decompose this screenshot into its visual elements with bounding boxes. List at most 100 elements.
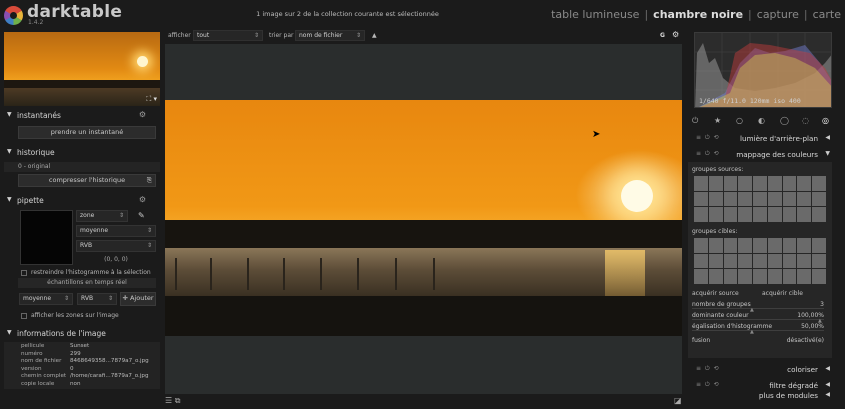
module-settings-icon[interactable]: ⚙ xyxy=(139,110,146,119)
plus-icon: ✚ xyxy=(122,294,128,302)
take-snapshot-button[interactable]: prendre un instantané xyxy=(18,126,156,139)
basic-group-icon[interactable]: ○ xyxy=(736,116,743,125)
view-carte[interactable]: carte xyxy=(813,8,841,21)
image-info-row: pellicule Sunset xyxy=(4,343,160,351)
module-coloriser[interactable]: ≡ ⏻ ⟲ coloriser ◀ xyxy=(686,363,834,377)
tone-group-icon[interactable]: ◐ xyxy=(758,116,765,125)
filmstrip-toggle-icon[interactable]: ☰ ⧉ xyxy=(165,396,180,406)
compress-history-button[interactable]: compresser l'historique ⎘ xyxy=(18,174,156,187)
blend-mode-select[interactable]: fusion désactivé(e) xyxy=(692,336,824,345)
picker-mode-value: zone xyxy=(80,212,95,219)
fence-post xyxy=(433,258,435,290)
color-dominance-slider[interactable]: dominante couleur 100,00% ▲ xyxy=(692,311,824,324)
acquire-target-button[interactable]: acquérir cible xyxy=(762,290,803,297)
color-group-icon[interactable]: ◯ xyxy=(780,116,789,125)
eyedropper-icon[interactable]: ✎ xyxy=(138,211,145,220)
histogram[interactable]: 1/640 f/11.0 120mm iso 400 xyxy=(694,32,832,108)
slider-label: nombre de groupes xyxy=(692,301,751,308)
spin-arrows-icon: ⇕ xyxy=(63,295,69,302)
sun xyxy=(621,180,653,212)
thumbnail-water xyxy=(4,88,160,106)
snapshots-module-header[interactable]: ▼ instantanés ⚙ xyxy=(4,110,160,122)
module-lumiere-arriere-plan[interactable]: ≡ ⏻ ⟲ lumière d'arrière-plan ◀ xyxy=(686,132,834,146)
fence-post xyxy=(247,258,249,290)
picker-mode-select[interactable]: zone ⇕ xyxy=(76,210,128,222)
groups-count-slider[interactable]: nombre de groupes 3 ▲ xyxy=(692,300,824,313)
source-groups-label: groupes sources: xyxy=(692,166,744,173)
sample-colorspace-value: RVB xyxy=(81,295,94,302)
show-zones-label: afficher les zones sur l'image xyxy=(31,312,119,319)
module-controls-icon[interactable]: ≡ ⏻ ⟲ xyxy=(696,381,720,389)
show-filter-value: tout xyxy=(197,32,210,39)
view-chambre-noire[interactable]: chambre noire xyxy=(653,8,743,21)
overexposure-toggle-icon[interactable]: ◪ xyxy=(674,396,682,405)
image-info-row: nom de fichier 8468649358...7879a7_o.jpg xyxy=(4,358,160,366)
picker-colorspace-select[interactable]: RVB ⇕ xyxy=(76,240,156,252)
sunset-photo[interactable] xyxy=(165,100,682,336)
grouping-button[interactable]: G xyxy=(660,32,665,39)
checkbox-icon[interactable] xyxy=(21,270,27,276)
fence-post xyxy=(395,258,397,290)
zoom-fit-icon[interactable]: ⛶ ▾ xyxy=(146,95,157,104)
expand-triangle-icon: ▼ xyxy=(825,150,830,157)
effects-group-icon[interactable]: ◎ xyxy=(822,116,829,125)
info-key: nom de fichier xyxy=(21,358,62,365)
picker-module-header[interactable]: ▼ pipette ⚙ xyxy=(4,195,160,207)
info-key: numéro xyxy=(21,350,43,357)
module-controls-icon[interactable]: ≡ ⏻ ⟲ xyxy=(696,134,720,142)
picker-stat-select[interactable]: moyenne ⇕ xyxy=(76,225,156,237)
add-sample-label: Ajouter xyxy=(129,294,154,302)
navigation-thumbnail[interactable]: ⛶ ▾ xyxy=(4,32,160,106)
info-value: Sunset xyxy=(70,343,90,349)
add-sample-button[interactable]: ✚ Ajouter xyxy=(120,292,156,306)
info-key: copie locale xyxy=(21,380,55,387)
collapse-triangle-icon: ◀ xyxy=(825,381,830,388)
checkbox-icon[interactable] xyxy=(21,313,27,319)
sort-value: nom de fichier xyxy=(299,32,343,39)
module-title: mappage des couleurs xyxy=(736,150,818,159)
correction-group-icon[interactable]: ◌ xyxy=(802,116,809,125)
favorites-icon[interactable]: ★ xyxy=(714,116,721,125)
history-item-original[interactable]: 0 - original xyxy=(4,162,160,172)
module-controls-icon[interactable]: ≡ ⏻ ⟲ xyxy=(696,365,720,373)
slider-label: dominante couleur xyxy=(692,312,749,319)
module-settings-icon[interactable]: ⚙ xyxy=(139,195,146,204)
module-title: lumière d'arrière-plan xyxy=(740,134,818,143)
source-groups-grid[interactable] xyxy=(694,176,826,222)
right-panel: 1/640 f/11.0 120mm iso 400 ⏻ ★ ○ ◐ ◯ ◌ ◎… xyxy=(686,32,834,404)
preferences-gear-icon[interactable]: ⚙ xyxy=(672,30,679,39)
foreground-bank xyxy=(165,296,682,336)
acquire-source-button[interactable]: acquérir source xyxy=(692,290,739,297)
picker-color-swatch xyxy=(20,210,73,265)
view-separator: | xyxy=(803,8,808,21)
info-value: non xyxy=(70,380,81,387)
histogram-equalization-slider[interactable]: égalisation d'histogramme 50,00% ▲ xyxy=(692,322,824,335)
image-info-module-header[interactable]: ▼ informations de l'image xyxy=(4,328,160,340)
module-controls-icon[interactable]: ≡ ⏻ ⟲ xyxy=(696,150,720,158)
target-groups-grid[interactable] xyxy=(694,238,826,284)
restrict-histogram-checkbox[interactable]: restreindre l'histogramme à la sélection xyxy=(4,267,160,278)
show-filter-select[interactable]: tout ⇕ xyxy=(193,30,263,41)
view-capture[interactable]: capture xyxy=(757,8,799,21)
sort-select[interactable]: nom de fichier ⇕ xyxy=(295,30,365,41)
show-zones-checkbox[interactable]: afficher les zones sur l'image xyxy=(4,310,160,321)
thumbnail-sun xyxy=(137,56,148,67)
color-mapping-body: groupes sources: groupes cibles: acquéri… xyxy=(688,162,832,358)
active-modules-icon[interactable]: ⏻ xyxy=(692,116,698,126)
image-info-table: pellicule Sunset numéro 299 nom de fichier… xyxy=(4,342,160,389)
fence-post xyxy=(357,258,359,290)
sort-direction-icon[interactable]: ▲ xyxy=(372,32,377,39)
info-value: 0 xyxy=(70,365,74,372)
sample-stat-value: moyenne xyxy=(23,295,52,302)
view-table-lumineuse[interactable]: table lumineuse xyxy=(551,8,639,21)
more-modules-button[interactable]: plus de modules ◀ xyxy=(686,389,834,403)
collapse-triangle-icon: ◀ xyxy=(825,391,830,398)
sample-stat-select[interactable]: moyenne ⇕ xyxy=(19,293,73,305)
image-canvas[interactable]: ➤ xyxy=(165,44,682,394)
module-title: coloriser xyxy=(787,365,818,374)
view-switcher: table lumineuse | chambre noire | capture | ca… xyxy=(551,8,841,21)
spin-arrows-icon: ⇕ xyxy=(355,32,361,39)
sample-colorspace-select[interactable]: RVB ⇕ xyxy=(77,293,117,305)
module-mappage-des-couleurs[interactable]: ≡ ⏻ ⟲ mappage des couleurs ▼ xyxy=(686,148,834,162)
history-module-header[interactable]: ▼ historique xyxy=(4,147,160,159)
